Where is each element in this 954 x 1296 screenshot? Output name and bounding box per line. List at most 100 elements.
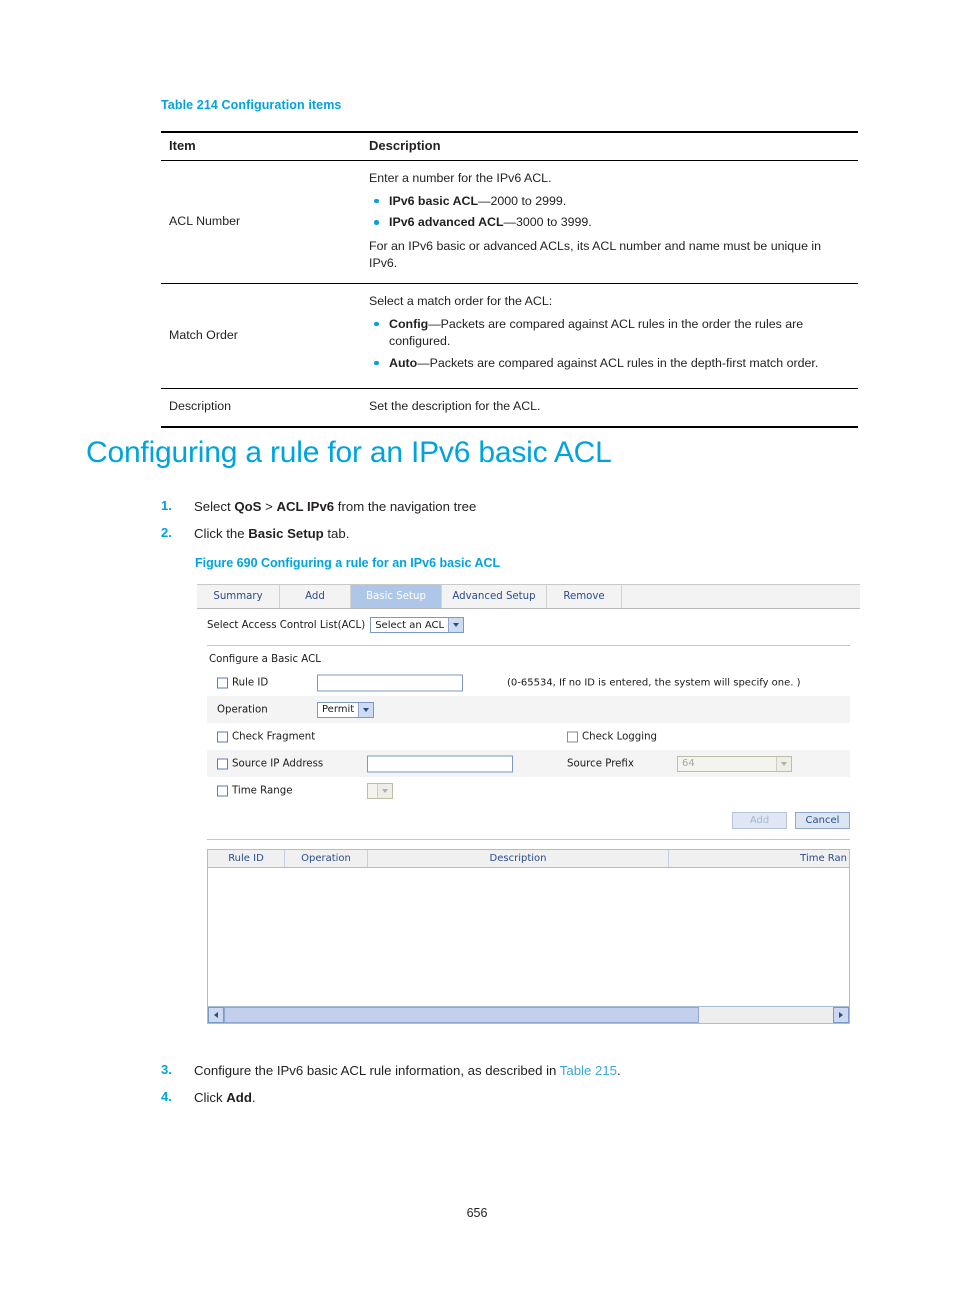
step-number: 2.	[161, 525, 172, 540]
bullet-item: IPv6 advanced ACL—3000 to 3999.	[369, 214, 848, 232]
scrollbar-track[interactable]	[224, 1007, 833, 1023]
tab-advanced-setup[interactable]: Advanced Setup	[442, 585, 547, 608]
operation-field-label: Operation	[217, 704, 268, 715]
source-ip-label: Source IP Address	[232, 758, 324, 769]
tab-summary[interactable]: Summary	[197, 585, 280, 608]
rules-table-body	[208, 868, 849, 1006]
source-prefix-dropdown[interactable]: 64	[677, 755, 792, 772]
description-bullets: Config—Packets are compared against ACL …	[369, 316, 848, 373]
description-outro: For an IPv6 basic or advanced ACLs, its …	[369, 238, 822, 271]
tab-remove[interactable]: Remove	[547, 585, 622, 608]
row-description: Enter a number for the IPv6 ACL. IPv6 ba…	[361, 160, 858, 285]
rule-id-input[interactable]	[317, 674, 463, 691]
form-divider-top	[207, 645, 850, 646]
bullet-term: Auto	[389, 355, 418, 370]
acl-select-row: Select Access Control List(ACL) Select a…	[207, 617, 465, 633]
page-number: 656	[466, 1206, 488, 1220]
table-214-caption: Table 214 Configuration items	[161, 98, 342, 112]
step-bold-qos: QoS	[234, 499, 262, 514]
table-row: ACL Number Enter a number for the IPv6 A…	[161, 160, 858, 285]
operation-label: Operation	[217, 704, 268, 715]
document-page: Table 214 Configuration items Item Descr…	[0, 0, 954, 1296]
column-header-rule-id[interactable]: Rule ID	[208, 850, 285, 867]
source-ip-checkbox[interactable]	[217, 758, 228, 769]
step-bold-basic-setup: Basic Setup	[248, 526, 324, 541]
horizontal-scrollbar[interactable]	[208, 1006, 849, 1023]
operation-dropdown[interactable]: Permit	[317, 701, 375, 718]
source-ip-input[interactable]	[367, 755, 513, 772]
table-header-row: Item Description	[161, 131, 858, 161]
check-logging-field: Check Logging	[567, 731, 657, 742]
step-text-post: from the navigation tree	[334, 499, 477, 514]
step-text: Configure the IPv6 basic ACL rule inform…	[194, 1061, 801, 1080]
bullet-item: Auto—Packets are compared against ACL ru…	[369, 355, 848, 373]
bullet-rest: —Packets are compared against ACL rules …	[389, 316, 804, 349]
scroll-right-arrow-icon[interactable]	[833, 1007, 849, 1023]
add-button[interactable]: Add	[732, 812, 787, 829]
bullet-rest: —2000 to 2999.	[478, 193, 567, 208]
bullet-item: IPv6 basic ACL—2000 to 2999.	[369, 193, 848, 211]
row-item-label: Match Order	[161, 283, 361, 390]
step-text-post: .	[617, 1063, 621, 1078]
table-row: Description Set the description for the …	[161, 388, 858, 429]
time-range-dropdown[interactable]	[367, 782, 393, 799]
form-row-time-range: Time Range	[207, 777, 850, 804]
step-text-mid: >	[261, 499, 277, 514]
bullet-rest: —3000 to 3999.	[503, 215, 592, 230]
bullet-term: Config	[389, 316, 429, 331]
source-prefix-value: 64	[682, 758, 695, 769]
form-divider-bottom	[207, 839, 850, 840]
step-number: 3.	[161, 1062, 172, 1077]
rule-id-hint-wrap: (0-65534, If no ID is entered, the syste…	[507, 677, 801, 688]
figure-690-caption: Figure 690 Configuring a rule for an IPv…	[195, 556, 501, 570]
description-intro: Enter a number for the IPv6 ACL.	[369, 171, 552, 185]
chevron-down-icon	[776, 756, 791, 771]
rule-id-input-wrap	[317, 674, 463, 691]
form-row-rule-id: Rule ID (0-65534, If no ID is entered, t…	[207, 669, 850, 696]
source-ip-field-label: Source IP Address	[217, 758, 323, 769]
description-bullets: IPv6 basic ACL—2000 to 2999. IPv6 advanc…	[369, 193, 848, 232]
scrollbar-thumb[interactable]	[224, 1007, 700, 1023]
bullet-rest: —Packets are compared against ACL rules …	[417, 355, 819, 370]
column-header-description[interactable]: Description	[368, 850, 669, 867]
row-description: Select a match order for the ACL: Config…	[361, 283, 858, 390]
page-title: Configuring a rule for an IPv6 basic ACL	[86, 436, 612, 469]
check-logging-label: Check Logging	[582, 731, 657, 742]
bullet-item: Config—Packets are compared against ACL …	[369, 316, 848, 351]
step-3: 3. Configure the IPv6 basic ACL rule inf…	[161, 1061, 801, 1080]
tab-bar: Summary Add Basic Setup Advanced Setup R…	[197, 584, 860, 609]
rule-id-field-label: Rule ID	[217, 677, 268, 688]
chevron-down-icon	[377, 783, 392, 798]
check-fragment-field: Check Fragment	[217, 731, 315, 742]
step-bold-acl-ipv6: ACL IPv6	[276, 499, 335, 514]
figure-690-screenshot: Summary Add Basic Setup Advanced Setup R…	[197, 584, 860, 1039]
column-header-description: Description	[361, 131, 858, 161]
rule-id-checkbox[interactable]	[217, 677, 228, 688]
acl-select-value: Select an ACL	[375, 619, 445, 631]
bullet-term: IPv6 advanced ACL	[389, 215, 504, 230]
time-range-label: Time Range	[232, 785, 293, 796]
tab-basic-setup[interactable]: Basic Setup	[351, 585, 442, 608]
form-row-source: Source IP Address Source Prefix 64	[207, 750, 850, 777]
cancel-button[interactable]: Cancel	[795, 812, 850, 829]
acl-select-dropdown[interactable]: Select an ACL	[370, 617, 465, 633]
check-logging-checkbox[interactable]	[567, 731, 578, 742]
rules-table-header: Rule ID Operation Description Time Ran	[208, 850, 849, 868]
row-item-label: Description	[161, 388, 361, 429]
time-range-value	[368, 784, 377, 798]
time-range-field-label: Time Range	[217, 785, 292, 796]
source-prefix-label: Source Prefix	[567, 758, 634, 769]
check-fragment-checkbox[interactable]	[217, 731, 228, 742]
row-description: Set the description for the ACL.	[361, 388, 858, 429]
time-range-checkbox[interactable]	[217, 785, 228, 796]
scroll-left-arrow-icon[interactable]	[208, 1007, 224, 1023]
tab-bar-filler	[622, 585, 860, 608]
chevron-down-icon	[448, 618, 464, 632]
column-header-operation[interactable]: Operation	[285, 850, 368, 867]
tab-add[interactable]: Add	[280, 585, 351, 608]
step-text: Click the Basic Setup tab.	[194, 524, 761, 543]
source-prefix-field-label: Source Prefix	[567, 758, 634, 769]
table-215-link[interactable]: Table 215	[560, 1063, 617, 1078]
column-header-time-range[interactable]: Time Ran	[669, 850, 849, 867]
rules-table: Rule ID Operation Description Time Ran	[207, 849, 850, 1024]
